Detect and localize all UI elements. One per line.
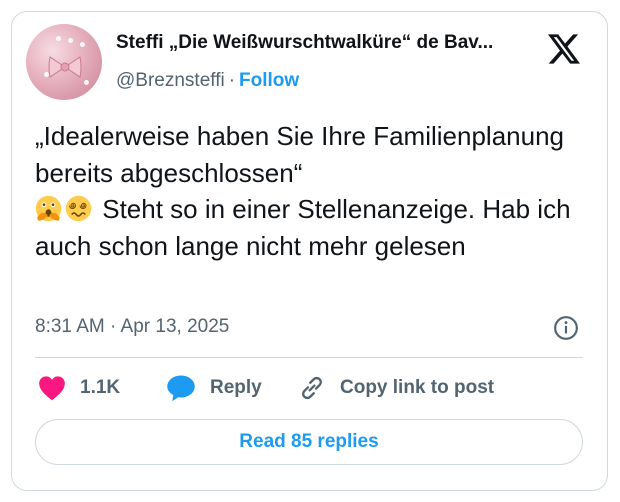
avatar[interactable] [26, 24, 102, 100]
link-icon [302, 376, 322, 400]
avatar-dot [56, 36, 61, 41]
like-button[interactable]: 1.1K [38, 373, 120, 403]
handle-separator: · [228, 70, 236, 91]
reply-label: Reply [210, 377, 262, 398]
display-name[interactable]: Steffi „Die Weißwurschtwalküre“ de Bav..… [116, 32, 536, 54]
face-spiral-eyes-emoji [65, 195, 92, 222]
avatar-dot [84, 80, 89, 85]
face-hand-over-mouth-emoji [35, 195, 62, 222]
avatar-dot [80, 42, 85, 47]
info-icon[interactable] [553, 315, 579, 341]
tweet-text-continued: Steht so in einer Stellenanzeige. Hab ic… [35, 194, 578, 261]
tweet-text: „Idealerweise haben Sie Ihre Familienpla… [35, 118, 590, 264]
bow-icon [48, 56, 82, 78]
copy-link-label: Copy link to post [340, 377, 495, 398]
like-count: 1.1K [80, 377, 121, 398]
avatar-dot [68, 38, 73, 43]
reply-button[interactable]: Reply [166, 373, 262, 403]
tweet-text-main: „Idealerweise haben Sie Ihre Familienpla… [35, 121, 572, 188]
heart-icon [39, 376, 65, 401]
handle[interactable]: @Breznsteffi [116, 70, 225, 91]
follow-button[interactable]: Follow [239, 70, 299, 91]
read-replies-button[interactable]: Read 85 replies [35, 419, 583, 465]
copy-link-button[interactable]: Copy link to post [298, 373, 494, 403]
x-logo-icon[interactable] [548, 34, 580, 64]
handle-row: @Breznsteffi · Follow [116, 70, 299, 92]
divider [35, 357, 583, 358]
timestamp[interactable]: 8:31 AM · Apr 13, 2025 [35, 316, 229, 338]
reply-bubble-icon [167, 375, 195, 402]
